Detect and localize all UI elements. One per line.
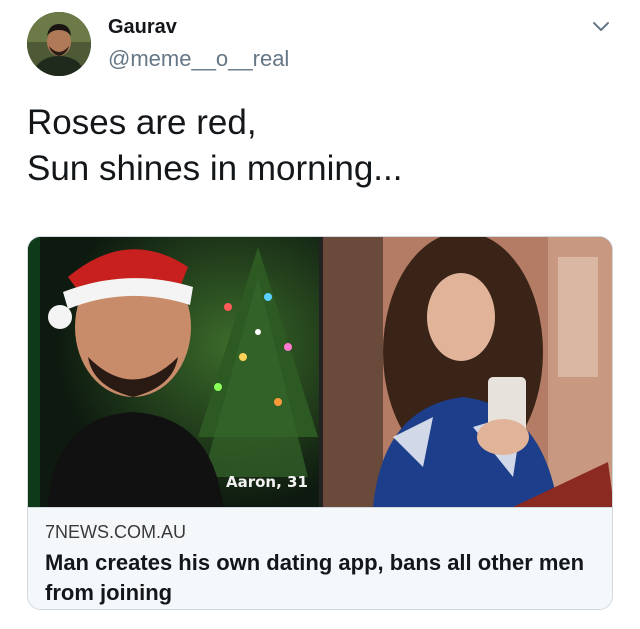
chevron-down-icon[interactable] xyxy=(590,16,612,38)
card-domain: 7NEWS.COM.AU xyxy=(45,522,187,542)
author-name[interactable]: Gaurav xyxy=(108,16,177,39)
tweet-text-line: Sun shines in morning... xyxy=(27,149,403,188)
image-caption: Aaron, 31 xyxy=(226,473,308,491)
card-image[interactable]: Aaron, 31 xyxy=(28,237,612,507)
card-meta[interactable]: 7NEWS.COM.AU Man creates his own dating … xyxy=(28,507,612,609)
profile-photo xyxy=(27,12,91,76)
tweet-text-line: Roses are red, xyxy=(27,103,257,142)
link-card[interactable]: Aaron, 31 7NEWS.COM.AU Man creates his o… xyxy=(27,236,613,610)
card-headline[interactable]: Man creates his own dating app, bans all… xyxy=(45,548,601,608)
photo-man-christmas-tree xyxy=(28,237,319,507)
photo-woman-phone xyxy=(323,237,612,507)
author-handle[interactable]: @meme__o__real xyxy=(108,46,289,72)
tweet-text: Roses are red, Sun shines in morning... xyxy=(27,100,402,192)
avatar[interactable] xyxy=(27,12,91,76)
